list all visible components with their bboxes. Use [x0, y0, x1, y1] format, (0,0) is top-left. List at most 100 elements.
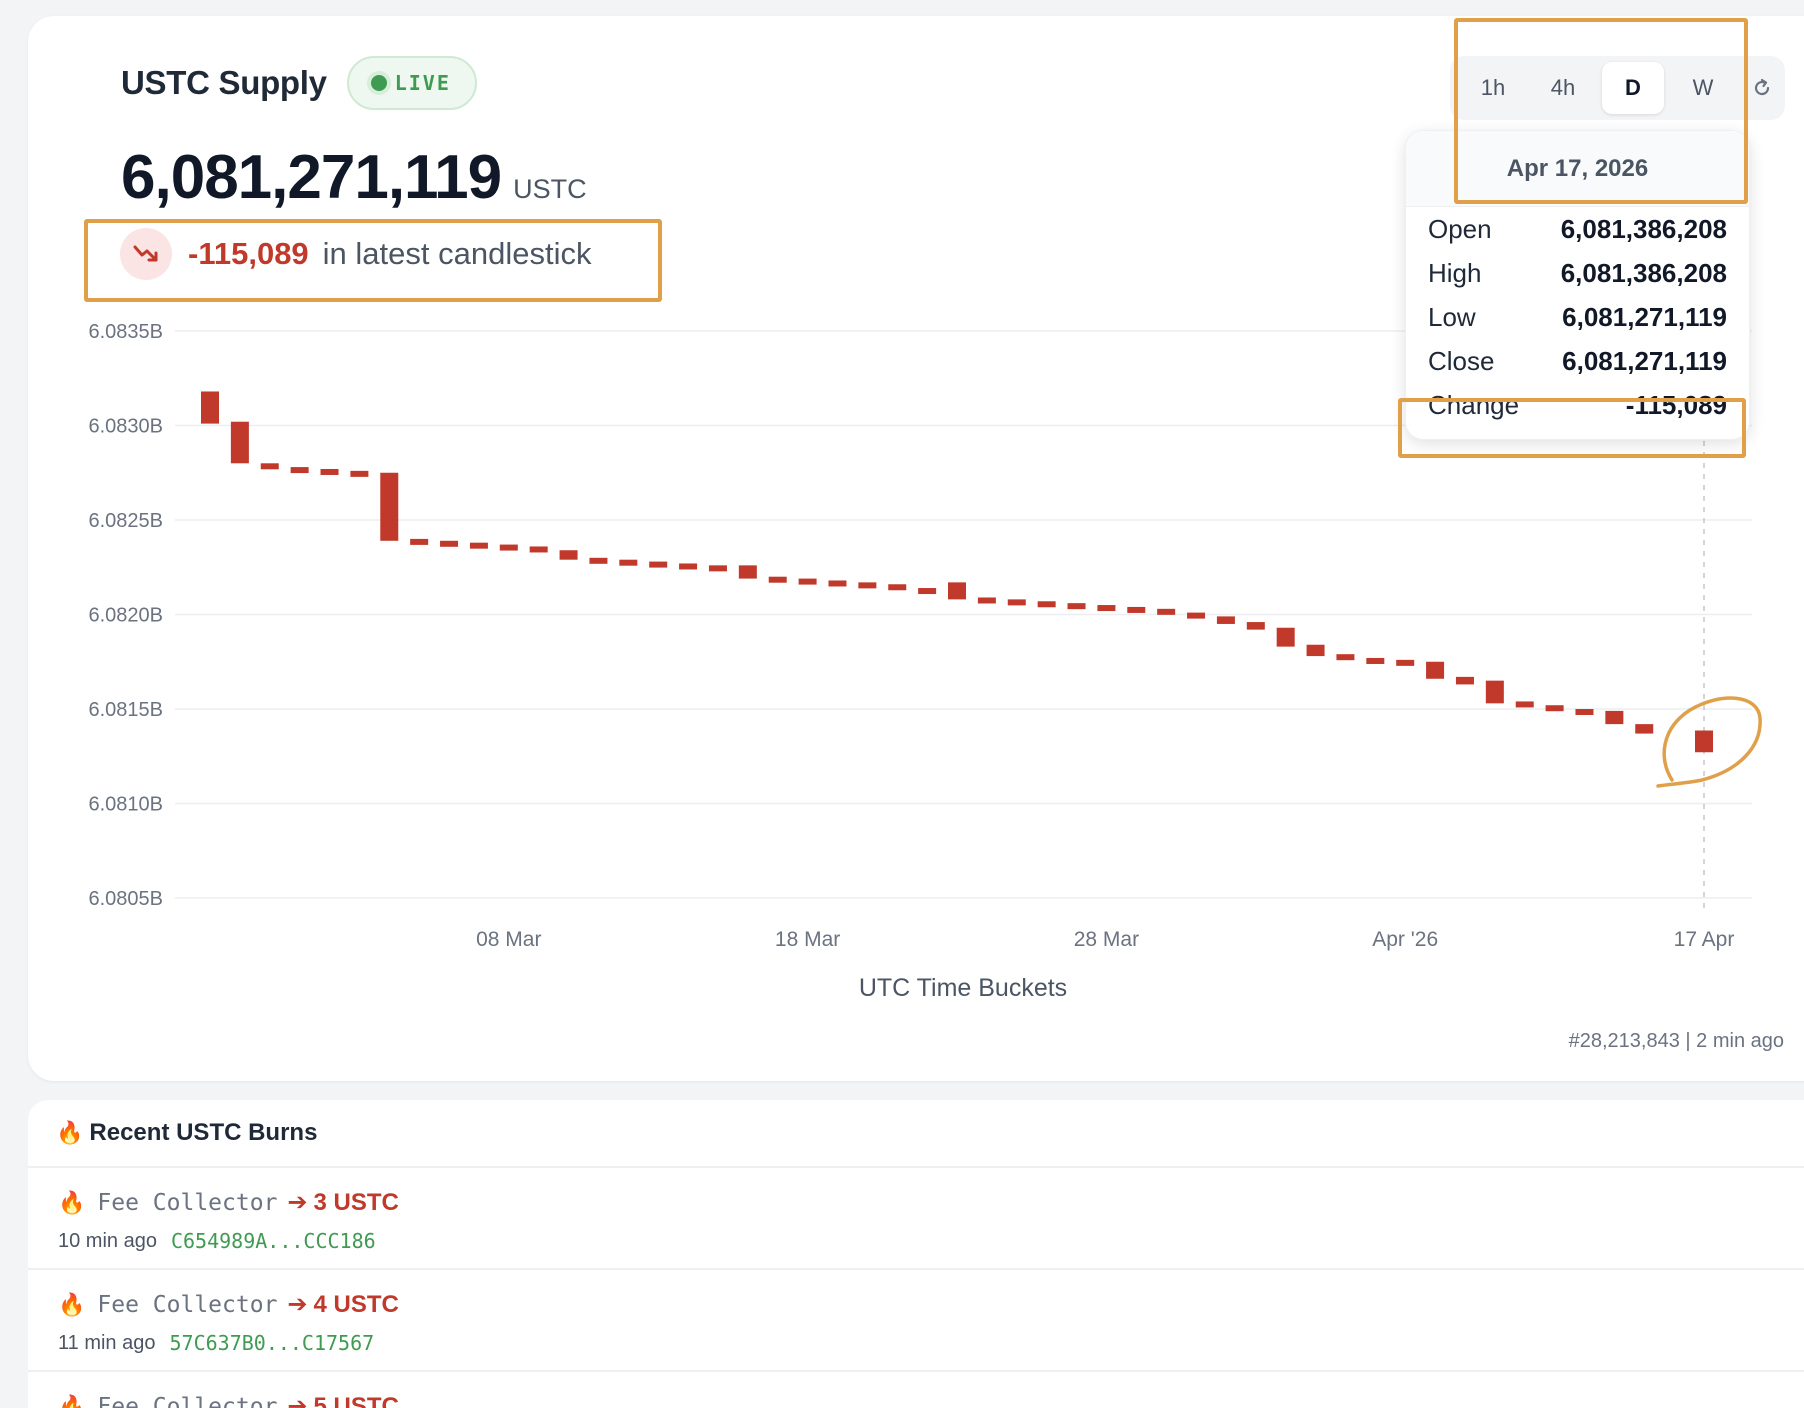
live-label: LIVE [394, 71, 451, 95]
list-item[interactable]: 🔥 Fee Collector ➔ 3 USTC 10 min ago C654… [28, 1168, 1804, 1270]
y-tick-label: 6.0830B [88, 416, 163, 438]
candle[interactable] [1187, 612, 1206, 619]
flame-icon: 🔥 [58, 1393, 86, 1408]
candle[interactable] [828, 580, 847, 587]
candle[interactable] [350, 470, 369, 477]
burn-meta: 11 min ago 57C637B0...C17567 [58, 1331, 1804, 1355]
candle[interactable] [948, 582, 966, 600]
tooltip-row-high: High 6,081,386,208 [1406, 251, 1749, 295]
candle[interactable] [1007, 599, 1026, 606]
delta-row: -115,089 in latest candlestick [120, 228, 591, 280]
candle[interactable] [201, 391, 219, 424]
candle[interactable] [499, 544, 518, 551]
supply-unit: USTC [513, 174, 587, 204]
candle[interactable] [888, 584, 907, 591]
trending-down-icon [120, 228, 172, 280]
candle[interactable] [1366, 657, 1385, 664]
candle[interactable] [1485, 680, 1504, 704]
candle[interactable] [858, 582, 877, 589]
tooltip-label: Low [1428, 301, 1476, 332]
candle[interactable] [589, 557, 608, 564]
burn-line: 🔥 Fee Collector ➔ 4 USTC [58, 1290, 1804, 1319]
candle[interactable] [1396, 659, 1415, 666]
candle[interactable] [768, 576, 787, 583]
candle[interactable] [469, 542, 488, 549]
x-axis-title: UTC Time Buckets [859, 974, 1067, 1002]
tooltip-row-open: Open 6,081,386,208 [1406, 207, 1749, 251]
candle[interactable] [320, 468, 339, 475]
timeframe-w-button[interactable]: W [1672, 62, 1734, 114]
candle[interactable] [708, 565, 727, 572]
tooltip-value: -115,089 [1625, 389, 1727, 420]
x-tick-label: Apr '26 [1372, 928, 1438, 951]
candle[interactable] [1097, 605, 1116, 612]
tooltip-row-low: Low 6,081,271,119 [1406, 295, 1749, 339]
candle[interactable] [738, 565, 757, 579]
candle[interactable] [440, 540, 459, 547]
candle[interactable] [649, 561, 668, 568]
candle[interactable] [529, 546, 548, 553]
annotation-circle [1656, 696, 1762, 788]
candle[interactable] [1127, 606, 1146, 613]
list-item[interactable]: 🔥 Fee Collector ➔ 4 USTC 11 min ago 57C6… [28, 1270, 1804, 1372]
tx-hash-link[interactable]: C654989A...CCC186 [171, 1229, 376, 1253]
ohlc-tooltip: Apr 17, 2026 Open 6,081,386,208 High 6,0… [1405, 130, 1750, 440]
list-item[interactable]: 🔥 Fee Collector ➔ 5 USTC [28, 1372, 1804, 1408]
x-tick-label: 28 Mar [1074, 928, 1139, 951]
burn-amount: 4 USTC [313, 1290, 399, 1318]
candle[interactable] [1515, 701, 1534, 708]
candle[interactable] [918, 588, 937, 595]
timeframe-d-button[interactable]: D [1602, 62, 1664, 114]
timeframe-4h-button[interactable]: 4h [1532, 62, 1594, 114]
candle[interactable] [1455, 676, 1474, 685]
candle[interactable] [1067, 603, 1086, 610]
timeframe-1h-button[interactable]: 1h [1462, 62, 1524, 114]
burn-amount: 5 USTC [313, 1392, 399, 1408]
burn-time: 10 min ago [58, 1229, 157, 1252]
candle[interactable] [1605, 710, 1624, 725]
candle[interactable] [1545, 705, 1564, 712]
live-dot-icon [370, 75, 387, 91]
candle[interactable] [1336, 654, 1355, 661]
y-tick-label: 6.0810B [88, 794, 163, 816]
candle[interactable] [1426, 661, 1445, 679]
candle[interactable] [380, 472, 399, 541]
arrow-right-icon: ➔ [287, 1393, 308, 1408]
refresh-icon[interactable] [1742, 62, 1782, 114]
block-info: #28,213,843 | 2 min ago [1568, 1030, 1784, 1052]
y-tick-label: 6.0815B [88, 699, 163, 721]
candle[interactable] [1157, 608, 1176, 615]
page-title: USTC Supply [121, 64, 327, 101]
tooltip-label: Change [1428, 389, 1520, 420]
candle[interactable] [559, 550, 578, 560]
tooltip-label: Open [1428, 213, 1492, 244]
candle[interactable] [1306, 644, 1325, 657]
candle[interactable] [1276, 627, 1295, 647]
burns-title: Recent USTC Burns [89, 1119, 318, 1146]
burns-header: 🔥 Recent USTC Burns [28, 1100, 1804, 1168]
candle[interactable] [410, 538, 429, 545]
burn-source: Fee Collector [97, 1291, 278, 1318]
burn-source: Fee Collector [97, 1189, 278, 1216]
tooltip-row-close: Close 6,081,271,119 [1406, 339, 1749, 383]
candle[interactable] [1037, 601, 1056, 608]
candle[interactable] [977, 597, 996, 604]
candle[interactable] [1246, 622, 1265, 630]
burn-line: 🔥 Fee Collector ➔ 5 USTC [58, 1392, 1804, 1408]
candle[interactable] [679, 563, 698, 570]
candle[interactable] [1575, 709, 1594, 715]
burn-time: 11 min ago [58, 1331, 156, 1354]
candle[interactable] [619, 559, 638, 566]
tooltip-value: 6,081,386,208 [1560, 213, 1727, 244]
candle[interactable] [260, 463, 279, 470]
recent-burns-card: 🔥 Recent USTC Burns 🔥 Fee Collector ➔ 3 … [28, 1100, 1804, 1408]
y-tick-label: 6.0825B [88, 510, 163, 532]
tx-hash-link[interactable]: 57C637B0...C17567 [169, 1331, 374, 1355]
tooltip-value: 6,081,386,208 [1560, 257, 1727, 288]
tooltip-date: Apr 17, 2026 [1406, 131, 1749, 207]
candle[interactable] [290, 467, 309, 474]
candle[interactable] [1216, 616, 1235, 624]
tooltip-label: High [1428, 257, 1482, 288]
candle[interactable] [230, 421, 249, 464]
candle[interactable] [798, 578, 817, 585]
